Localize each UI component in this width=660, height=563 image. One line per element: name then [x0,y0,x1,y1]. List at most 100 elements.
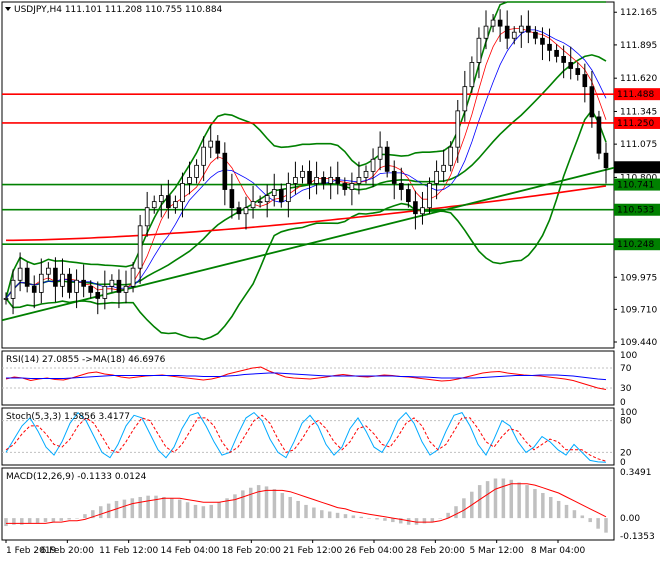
candle-body [349,183,355,190]
macd-histogram-bar [517,482,521,519]
candle-body [208,140,214,148]
candle-body [102,285,108,299]
candle-body [448,146,454,166]
candle-body [490,19,496,27]
candle-body [300,170,305,178]
candle-body [441,164,446,172]
candle-body [17,267,23,281]
candle-body [130,267,136,287]
macd-histogram-bar [67,518,71,520]
macd-histogram-bar [43,518,48,523]
macd-histogram-bar [351,515,356,519]
macd-histogram-bar [241,490,245,519]
macd-tick-label: -0.1353 [620,532,655,542]
candle-body [10,279,16,299]
macd-histogram-bar [572,510,577,519]
macd-histogram-bar [217,502,221,519]
candle-body [314,177,319,184]
macd-tick-label: 0.00 [620,514,640,524]
macd-histogram-bar [201,506,206,519]
candle-body [547,43,552,51]
level-label: 110.533 [617,206,654,216]
macd-histogram-bar [438,518,442,519]
candle-body [144,207,150,227]
candle-body [109,279,115,287]
candle-body [67,273,72,293]
macd-histogram-bar [193,504,198,519]
macd-histogram-bar [75,518,79,519]
stoch-tick-label: 80 [620,417,632,427]
candle-body [215,140,221,154]
candle-body [356,177,362,184]
candle-body [603,152,609,169]
level-label: 110.741 [617,181,654,191]
time-axis-label: 6 Feb 20:00 [41,546,95,556]
candle-body [264,195,270,203]
time-axis-label: 18 Feb 20:00 [222,546,281,556]
macd-histogram-bar [533,489,537,519]
macd-histogram-bar [335,512,340,519]
macd-histogram-bar [509,479,514,519]
candle-body [504,25,510,39]
candle-body [53,267,58,287]
candle-body [3,298,9,300]
price-tick-label: 111.075 [620,140,657,150]
macd-histogram-bar [501,478,506,519]
price-tick-label: 109.440 [620,338,657,348]
macd-histogram-bar [146,495,150,519]
candle-body [413,201,418,215]
macd-histogram-bar [83,514,87,519]
candle-body [236,207,242,215]
time-axis-label: 21 Feb 12:00 [283,546,342,556]
candle-body [469,62,475,88]
rsi-tick-label: 100 [620,351,637,361]
macd-histogram-bar [51,518,56,523]
time-axis-label: 8 Mar 04:00 [531,546,586,556]
macd-histogram-bar [367,518,371,519]
macd-histogram-bar [312,507,316,519]
macd-histogram-bar [564,504,569,519]
macd-histogram-bar [343,514,348,519]
price-tick-label: 109.710 [620,305,657,315]
candle-body [194,164,199,178]
rsi-tick-label: 30 [620,384,632,394]
macd-histogram-bar [422,518,427,524]
candle-body [116,279,122,293]
current-price-label: 110.884 [617,163,654,173]
macd-histogram-bar [296,500,300,519]
macd-histogram-bar [177,499,182,519]
rsi-tick-label: 70 [620,364,632,374]
macd-histogram-bar [485,481,490,519]
candle-body [31,285,37,293]
macd-histogram-bar [327,511,332,519]
candle-body [151,201,157,209]
candle-body [293,177,298,184]
candle-body [201,146,206,166]
price-tick-label: 111.345 [620,107,657,117]
candle-body [243,207,249,215]
chart-svg[interactable]: 112.165 111.895 111.620 111.345 111.075 110.8… [0,0,660,560]
candle-body [596,116,602,154]
macd-histogram-bar [548,496,553,519]
macd-histogram-bar [280,493,285,519]
candle-body [420,207,425,215]
candle-body [568,62,574,69]
macd-histogram-bar [477,485,482,519]
macd-title: MACD(12,26,9) -0.1133 0.0124 [6,472,147,482]
candle-body [497,19,503,27]
rsi-title: RSI(14) 27.0855 ->MA(18) 46.6976 [6,355,166,365]
candle-body [377,146,383,160]
candle-body [427,183,432,209]
macd-histogram-bar [556,500,561,519]
macd-histogram-bar [209,504,214,519]
macd-pane: 0.3491 0.00 -0.1353 MACD(12,26,9) -0.1133 0… [1,467,655,542]
candle-body [257,201,263,204]
candle-body [434,170,439,184]
candle-body [278,189,284,203]
candle-body [554,49,559,57]
candle-body [533,31,538,39]
candle-body [406,189,411,203]
stochastic-pane: 10080200Stoch(5,3,3) 1.5856 3.4177 [1,407,637,468]
candle-body [483,25,489,39]
candle-body [222,152,228,190]
